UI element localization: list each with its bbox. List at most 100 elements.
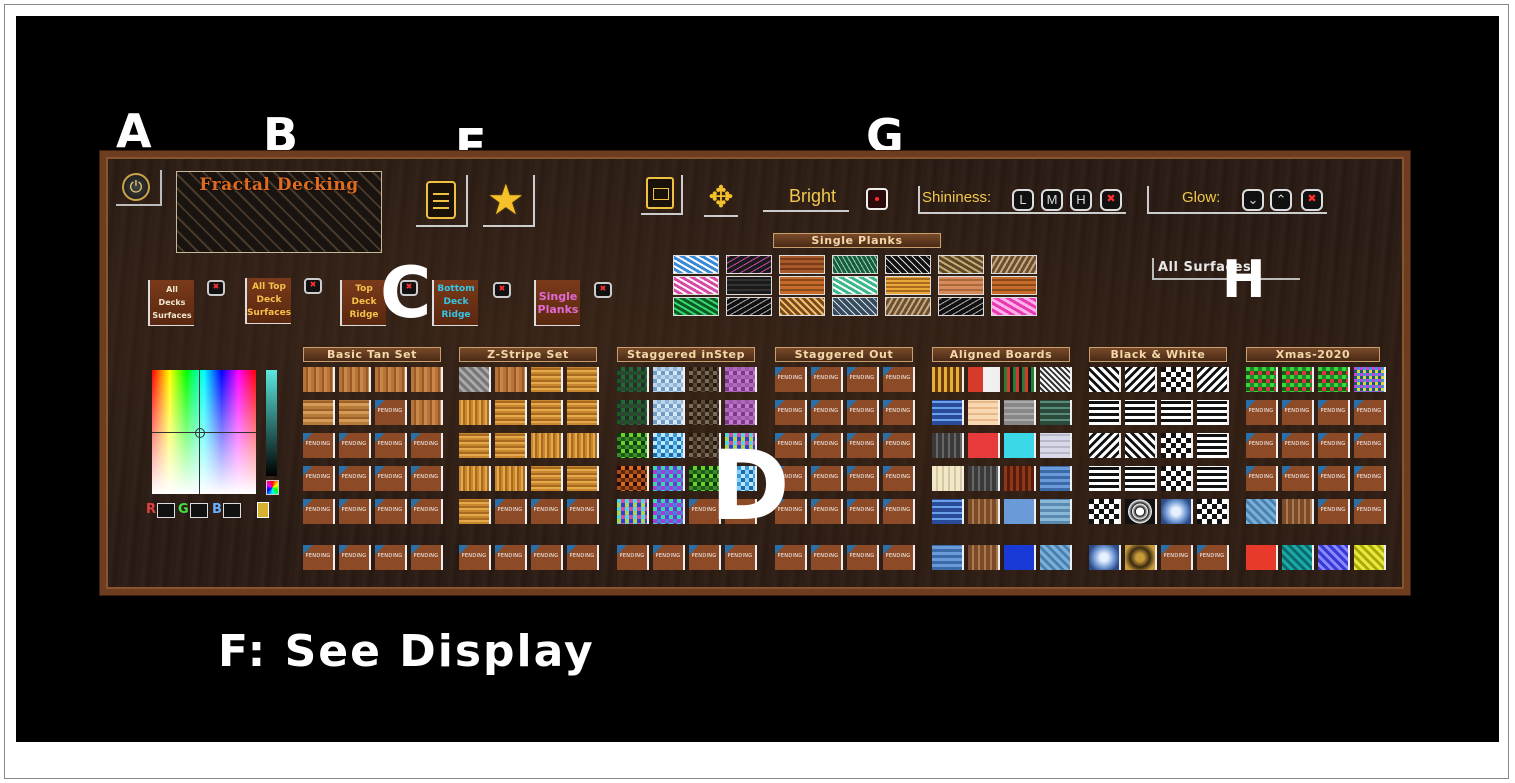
pending-texture-tile[interactable]: PENDING bbox=[303, 499, 335, 524]
texture-tile[interactable] bbox=[531, 433, 563, 458]
pending-texture-tile[interactable]: PENDING bbox=[1318, 499, 1350, 524]
pending-texture-tile[interactable]: PENDING bbox=[495, 499, 527, 524]
texture-tile[interactable] bbox=[567, 400, 599, 425]
power-button[interactable]: ⏻ bbox=[116, 170, 162, 206]
texture-tile[interactable] bbox=[1246, 545, 1278, 570]
texture-tile[interactable] bbox=[1004, 499, 1036, 524]
green-channel-field[interactable]: G bbox=[178, 502, 214, 518]
texture-tile[interactable] bbox=[1282, 499, 1314, 524]
notes-button[interactable] bbox=[416, 175, 468, 227]
pending-texture-tile[interactable]: PENDING bbox=[567, 545, 599, 570]
single-plank-swatch[interactable] bbox=[991, 297, 1037, 316]
pending-texture-tile[interactable]: PENDING bbox=[567, 499, 599, 524]
surface-all-top-deck-clear-button[interactable] bbox=[304, 278, 322, 294]
pending-texture-tile[interactable]: PENDING bbox=[883, 367, 915, 392]
red-channel-field[interactable]: R bbox=[146, 502, 182, 518]
pending-texture-tile[interactable]: PENDING bbox=[1282, 400, 1314, 425]
texture-tile[interactable] bbox=[495, 466, 527, 491]
pending-texture-tile[interactable]: PENDING bbox=[1246, 400, 1278, 425]
texture-tile[interactable] bbox=[339, 367, 371, 392]
single-plank-swatch[interactable] bbox=[832, 276, 878, 295]
glow-decrease-button[interactable]: ⌄ bbox=[1242, 189, 1264, 211]
texture-tile[interactable] bbox=[1004, 367, 1036, 392]
texture-tile[interactable] bbox=[968, 433, 1000, 458]
texture-tile[interactable] bbox=[968, 545, 1000, 570]
single-plank-swatch[interactable] bbox=[726, 255, 772, 274]
texture-tile[interactable] bbox=[1318, 545, 1350, 570]
texture-tile[interactable] bbox=[1197, 400, 1229, 425]
move-icon[interactable]: ✥ bbox=[704, 183, 738, 217]
color-picker-cursor[interactable] bbox=[195, 428, 205, 438]
texture-tile[interactable] bbox=[1089, 545, 1121, 570]
pending-texture-tile[interactable]: PENDING bbox=[689, 545, 721, 570]
texture-tile[interactable] bbox=[1089, 433, 1121, 458]
texture-tile[interactable] bbox=[1040, 433, 1072, 458]
pending-texture-tile[interactable]: PENDING bbox=[411, 433, 443, 458]
single-plank-swatch[interactable] bbox=[991, 276, 1037, 295]
pending-texture-tile[interactable]: PENDING bbox=[617, 545, 649, 570]
single-plank-swatch[interactable] bbox=[673, 276, 719, 295]
texture-tile[interactable] bbox=[1125, 433, 1157, 458]
texture-tile[interactable] bbox=[1089, 499, 1121, 524]
pending-texture-tile[interactable]: PENDING bbox=[531, 499, 563, 524]
texture-tile[interactable] bbox=[1197, 466, 1229, 491]
texture-tile[interactable] bbox=[459, 367, 491, 392]
pending-texture-tile[interactable]: PENDING bbox=[1318, 433, 1350, 458]
texture-tile[interactable] bbox=[459, 433, 491, 458]
pending-texture-tile[interactable]: PENDING bbox=[411, 466, 443, 491]
texture-tile[interactable] bbox=[1089, 466, 1121, 491]
pending-texture-tile[interactable]: PENDING bbox=[811, 400, 843, 425]
pending-texture-tile[interactable]: PENDING bbox=[495, 545, 527, 570]
pending-texture-tile[interactable]: PENDING bbox=[1318, 466, 1350, 491]
texture-tile[interactable] bbox=[1161, 367, 1193, 392]
pending-texture-tile[interactable]: PENDING bbox=[339, 499, 371, 524]
pending-texture-tile[interactable]: PENDING bbox=[811, 466, 843, 491]
texture-tile[interactable] bbox=[968, 499, 1000, 524]
surface-all-decks-clear-button[interactable] bbox=[207, 280, 225, 296]
texture-tile[interactable] bbox=[1004, 545, 1036, 570]
texture-tile[interactable] bbox=[968, 400, 1000, 425]
texture-tile[interactable] bbox=[1089, 400, 1121, 425]
texture-tile[interactable] bbox=[725, 367, 757, 392]
shininess-reset-button[interactable] bbox=[1100, 189, 1122, 211]
texture-tile[interactable] bbox=[1004, 466, 1036, 491]
surface-all-decks-button[interactable]: All Decks Surfaces bbox=[148, 280, 194, 326]
pending-texture-tile[interactable]: PENDING bbox=[847, 545, 879, 570]
single-plank-swatch[interactable] bbox=[938, 276, 984, 295]
favorites-button[interactable]: ★ bbox=[483, 175, 535, 227]
pending-texture-tile[interactable]: PENDING bbox=[303, 433, 335, 458]
pending-texture-tile[interactable]: PENDING bbox=[1318, 400, 1350, 425]
pending-texture-tile[interactable]: PENDING bbox=[811, 499, 843, 524]
texture-tile[interactable] bbox=[339, 400, 371, 425]
pending-texture-tile[interactable]: PENDING bbox=[775, 400, 807, 425]
surface-bottom-deck-ridge-clear-button[interactable] bbox=[493, 282, 511, 298]
pending-texture-tile[interactable]: PENDING bbox=[339, 545, 371, 570]
texture-tile[interactable] bbox=[1004, 400, 1036, 425]
pending-texture-tile[interactable]: PENDING bbox=[847, 499, 879, 524]
pending-texture-tile[interactable]: PENDING bbox=[847, 433, 879, 458]
pending-texture-tile[interactable]: PENDING bbox=[1282, 466, 1314, 491]
pending-texture-tile[interactable]: PENDING bbox=[375, 545, 407, 570]
texture-tile[interactable] bbox=[617, 400, 649, 425]
texture-tile[interactable] bbox=[932, 400, 964, 425]
pending-texture-tile[interactable]: PENDING bbox=[339, 466, 371, 491]
single-plank-swatch[interactable] bbox=[779, 276, 825, 295]
texture-tile[interactable] bbox=[1161, 400, 1193, 425]
texture-tile[interactable] bbox=[1125, 466, 1157, 491]
texture-tile[interactable] bbox=[1282, 367, 1314, 392]
pending-texture-tile[interactable]: PENDING bbox=[1246, 466, 1278, 491]
surface-bottom-deck-ridge-button[interactable]: Bottom Deck Ridge bbox=[432, 280, 478, 326]
texture-tile[interactable] bbox=[567, 367, 599, 392]
pending-texture-tile[interactable]: PENDING bbox=[653, 545, 685, 570]
pending-texture-tile[interactable]: PENDING bbox=[1282, 433, 1314, 458]
texture-tile[interactable] bbox=[617, 367, 649, 392]
texture-tile[interactable] bbox=[653, 466, 685, 491]
pending-texture-tile[interactable]: PENDING bbox=[339, 433, 371, 458]
single-plank-swatch[interactable] bbox=[832, 255, 878, 274]
pending-texture-tile[interactable]: PENDING bbox=[1197, 545, 1229, 570]
texture-tile[interactable] bbox=[617, 466, 649, 491]
single-plank-swatch[interactable] bbox=[991, 255, 1037, 274]
texture-tile[interactable] bbox=[495, 433, 527, 458]
shininess-medium-button[interactable]: M bbox=[1041, 189, 1063, 211]
color-picker-field[interactable] bbox=[152, 370, 256, 494]
